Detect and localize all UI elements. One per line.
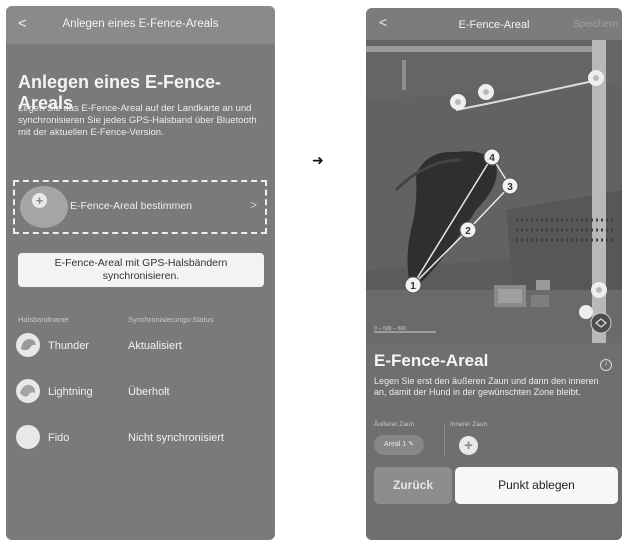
- map-layers-icon[interactable]: [590, 312, 612, 334]
- save-button[interactable]: Speichern: [573, 19, 618, 30]
- map-pin-icon[interactable]: [591, 282, 607, 298]
- map-point-4[interactable]: 4: [483, 148, 501, 166]
- dog-avatar: [16, 379, 40, 403]
- define-area-highlight: [20, 186, 68, 228]
- sheet-description: Legen Sie erst den äußeren Zaun und dann…: [374, 376, 599, 397]
- collar-name: Lightning: [48, 386, 93, 398]
- dog-avatar: [16, 425, 40, 449]
- fence-divider: [444, 423, 445, 457]
- map-editor-screen: < E-Fence-Areal Speichern 1 2 3 4 0 ─ 50…: [366, 8, 622, 540]
- map-pin-icon[interactable]: [588, 70, 604, 86]
- plus-icon: +: [32, 193, 47, 208]
- define-area-button[interactable]: + E-Fence-Areal bestimmen >: [13, 180, 267, 234]
- map-pin-icon[interactable]: [579, 305, 593, 319]
- inner-fence-label: Innerer Zaun: [450, 421, 488, 428]
- collar-row-thunder[interactable]: Thunder Aktualisiert: [16, 333, 266, 361]
- column-header-status: Synchronisierungs-Status: [128, 315, 214, 324]
- collar-row-lightning[interactable]: Lightning Überholt: [16, 379, 266, 407]
- collar-row-fido[interactable]: Fido Nicht synchronisiert: [16, 425, 266, 453]
- info-icon[interactable]: i: [600, 359, 612, 371]
- sheet-heading: E-Fence-Areal: [374, 351, 489, 370]
- satellite-map[interactable]: 1 2 3 4 0 ─ 500 ─ 600: [366, 40, 622, 343]
- page-description: Legen Sie das E-Fence-Areal auf der Land…: [18, 103, 257, 138]
- column-header-name: Halsbandname: [18, 315, 69, 324]
- arrow-right-icon: ➜: [312, 152, 324, 168]
- dog-avatar: [16, 333, 40, 357]
- svg-text:2: 2: [465, 226, 471, 237]
- map-pin-icon[interactable]: [478, 84, 494, 100]
- map-pin-icon[interactable]: [450, 94, 466, 110]
- svg-text:0 ─ 500 ─ 600: 0 ─ 500 ─ 600: [374, 326, 406, 332]
- back-button[interactable]: Zurück: [374, 467, 452, 504]
- svg-text:3: 3: [507, 182, 513, 193]
- collar-status: Überholt: [128, 386, 170, 398]
- collar-status: Aktualisiert: [128, 340, 182, 352]
- edit-area-pill[interactable]: Areal 1 ✎: [374, 435, 424, 455]
- screen-title: Anlegen eines E-Fence-Areals: [62, 18, 219, 30]
- collar-name: Thunder: [48, 340, 89, 352]
- svg-text:1: 1: [410, 281, 416, 292]
- collar-name: Fido: [48, 432, 70, 444]
- map-point-3[interactable]: 3: [501, 177, 519, 195]
- bottom-sheet: E-Fence-Areal i Legen Sie erst den äußer…: [366, 343, 622, 540]
- svg-text:4: 4: [489, 153, 495, 164]
- top-bar: < Anlegen eines E-Fence-Areals: [6, 6, 275, 44]
- setup-screen: < Anlegen eines E-Fence-Areals Anlegen e…: [6, 6, 275, 540]
- outer-fence-label: Äußerer Zaun: [374, 421, 415, 428]
- define-area-label: E-Fence-Areal bestimmen: [70, 200, 192, 212]
- add-inner-fence-button[interactable]: +: [459, 436, 478, 455]
- map-point-1[interactable]: 1: [404, 276, 422, 294]
- chevron-right-icon: >: [249, 198, 257, 212]
- map-point-2[interactable]: 2: [459, 221, 477, 239]
- place-point-button[interactable]: Punkt ablegen: [455, 467, 618, 504]
- collar-status: Nicht synchronisiert: [128, 432, 224, 444]
- top-bar: < E-Fence-Areal Speichern: [366, 8, 622, 40]
- sync-collars-button[interactable]: E-Fence-Areal mit GPS-Halsbändern synchr…: [18, 253, 264, 287]
